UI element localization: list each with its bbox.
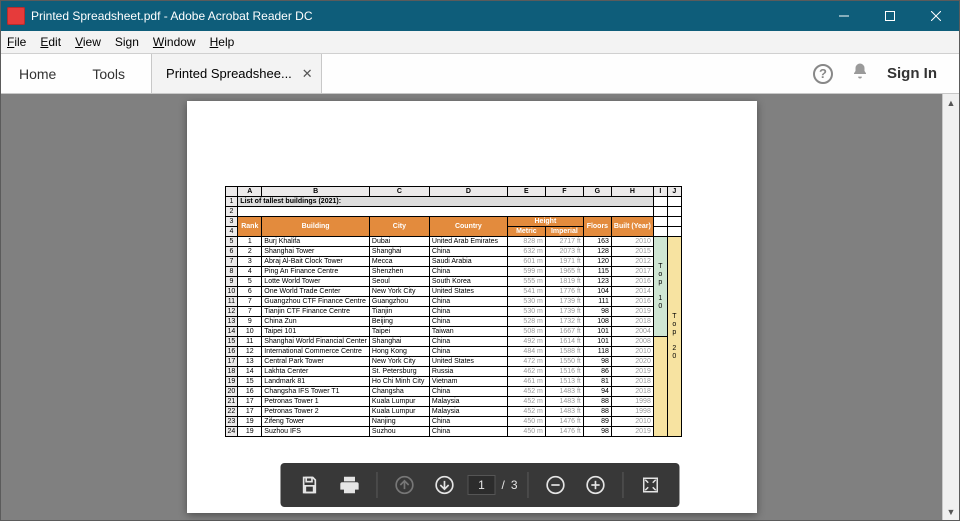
table-row: 106One World Trade CenterNew York CityUn…	[225, 287, 681, 297]
table-row: 84Ping An Finance CentreShenzhenChina599…	[225, 267, 681, 277]
zoom-out-icon[interactable]	[539, 468, 573, 502]
table-row: 2016Changsha IFS Tower T1ChangshaChina45…	[225, 387, 681, 397]
prev-page-icon[interactable]	[387, 468, 421, 502]
table-row: 2419Suzhou IFSSuzhouChina450 m1476 ft982…	[225, 427, 681, 437]
table-row: 1612International Commerce CentreHong Ko…	[225, 347, 681, 357]
table-row: 62Shanghai TowerShanghaiChina632 m2073 f…	[225, 247, 681, 257]
page-input[interactable]	[467, 475, 495, 495]
fit-page-icon[interactable]	[634, 468, 668, 502]
table-row: 127Tianjin CTF Finance CentreTianjinChin…	[225, 307, 681, 317]
next-page-icon[interactable]	[427, 468, 461, 502]
tab-toolbar: Home Tools Printed Spreadshee... ✕ ? Sig…	[1, 54, 959, 94]
menu-sign[interactable]: Sign	[115, 35, 139, 49]
menu-view[interactable]: View	[75, 35, 101, 49]
page-indicator: / 3	[467, 475, 517, 495]
table-row: 1915Landmark 81Ho Chi Minh CityVietnam46…	[225, 377, 681, 387]
page-controls-toolbar: / 3	[280, 463, 679, 507]
acrobat-icon	[7, 7, 25, 25]
menu-window[interactable]: Window	[153, 35, 196, 49]
scroll-down-icon[interactable]: ▼	[943, 503, 959, 520]
home-tab[interactable]: Home	[1, 54, 74, 93]
document-tab[interactable]: Printed Spreadshee... ✕	[151, 54, 322, 93]
top20-label: Top 20	[667, 237, 681, 437]
notifications-icon[interactable]	[851, 62, 869, 85]
table-row: 2319Zifeng TowerNanjingChina450 m1476 ft…	[225, 417, 681, 427]
menu-file[interactable]: File	[7, 35, 26, 49]
table-row: 2217Petronas Tower 2Kuala LumpurMalaysia…	[225, 407, 681, 417]
document-viewport: ABCDEFGHIJ 1List of tallest buildings (2…	[1, 94, 959, 520]
close-tab-icon[interactable]: ✕	[302, 66, 313, 82]
table-row: 117Guangzhou CTF Finance CentreGuangzhou…	[225, 297, 681, 307]
minimize-button[interactable]	[821, 1, 867, 31]
pdf-page: ABCDEFGHIJ 1List of tallest buildings (2…	[187, 101, 757, 513]
maximize-button[interactable]	[867, 1, 913, 31]
table-row: 1410Taipei 101TaipeiTaiwan508 m1667 ft10…	[225, 327, 681, 337]
sign-in-button[interactable]: Sign In	[887, 65, 937, 82]
top10-label: Top 10	[653, 237, 667, 337]
table-row: 139China ZunBeijingChina528 m1732 ft1082…	[225, 317, 681, 327]
window-title: Printed Spreadsheet.pdf - Adobe Acrobat …	[31, 9, 313, 23]
table-row: 1814Lakhta CenterSt. PetersburgRussia462…	[225, 367, 681, 377]
close-button[interactable]	[913, 1, 959, 31]
table-row: 95Lotte World TowerSeoulSouth Korea555 m…	[225, 277, 681, 287]
save-icon[interactable]	[292, 468, 326, 502]
table-row: 2117Petronas Tower 1Kuala LumpurMalaysia…	[225, 397, 681, 407]
document-tab-label: Printed Spreadshee...	[166, 66, 292, 81]
table-row: 1511Shanghai World Financial CenterShang…	[225, 337, 681, 347]
table-row: 51Burj KhalifaDubaiUnited Arab Emirates8…	[225, 237, 681, 247]
table-row: 1713Central Park TowerNew York CityUnite…	[225, 357, 681, 367]
spreadsheet-table: ABCDEFGHIJ 1List of tallest buildings (2…	[225, 186, 682, 437]
page-total: 3	[511, 478, 518, 492]
table-row: 73Abraj Al-Bait Clock TowerMeccaSaudi Ar…	[225, 257, 681, 267]
vertical-scrollbar[interactable]: ▲ ▼	[942, 94, 959, 520]
col-header-row: ABCDEFGHIJ	[225, 187, 681, 197]
title-bar: Printed Spreadsheet.pdf - Adobe Acrobat …	[1, 1, 959, 31]
zoom-in-icon[interactable]	[579, 468, 613, 502]
help-icon[interactable]: ?	[813, 64, 833, 84]
menu-help[interactable]: Help	[210, 35, 235, 49]
sheet-title: List of tallest buildings (2021):	[238, 197, 654, 207]
scroll-up-icon[interactable]: ▲	[943, 94, 959, 111]
menu-bar: File Edit View Sign Window Help	[1, 31, 959, 54]
print-icon[interactable]	[332, 468, 366, 502]
tools-tab[interactable]: Tools	[74, 54, 143, 93]
menu-edit[interactable]: Edit	[40, 35, 61, 49]
